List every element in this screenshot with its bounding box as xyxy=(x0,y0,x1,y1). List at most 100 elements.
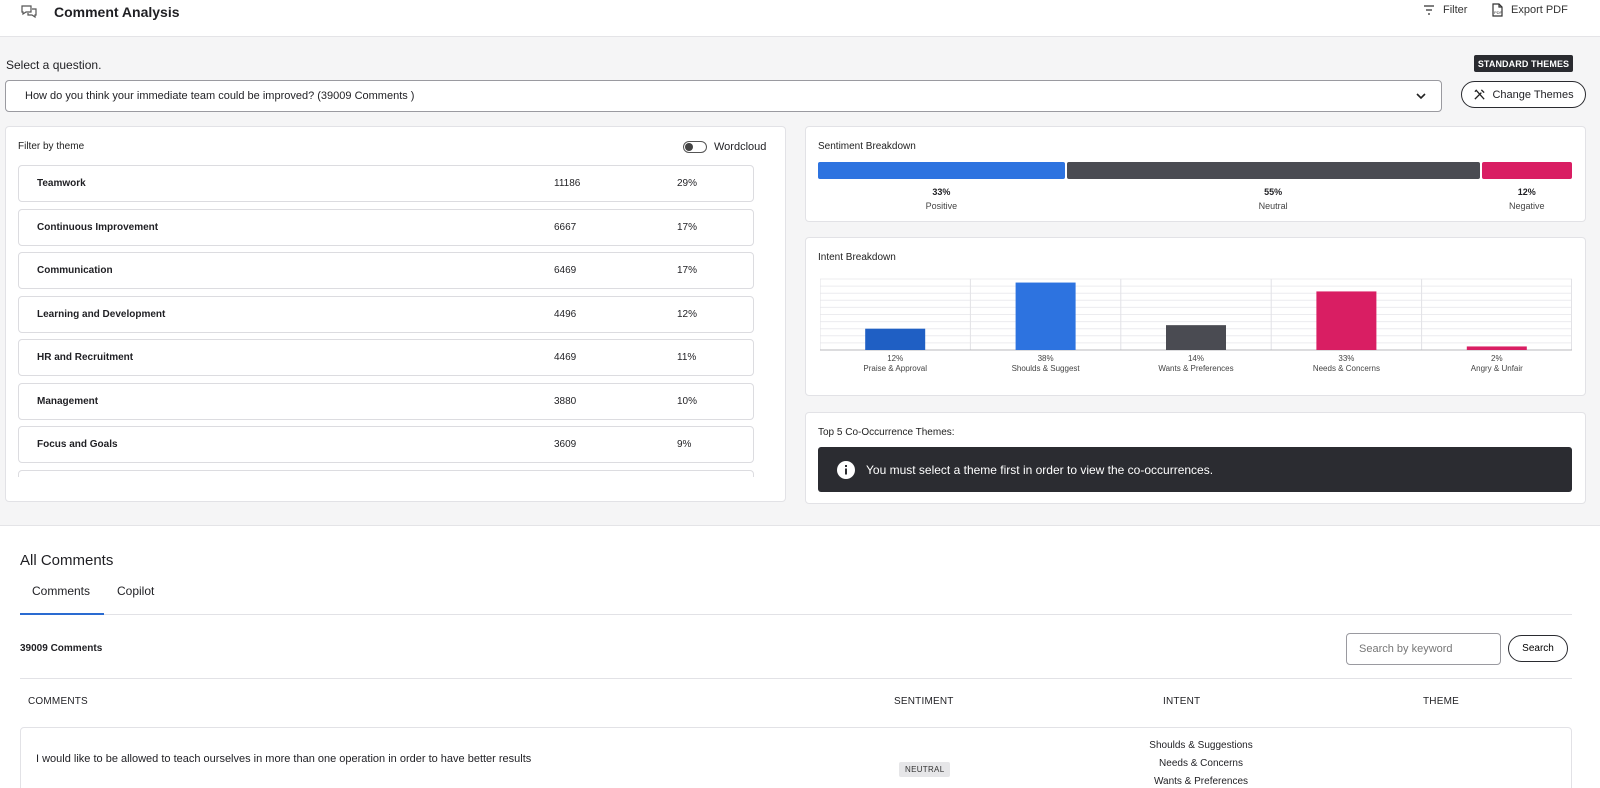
question-selected-value: How do you think your immediate team cou… xyxy=(25,90,415,102)
theme-name: Learning and Development xyxy=(37,309,166,320)
sentiment-name: Negative xyxy=(1508,201,1545,211)
intent-bar[interactable] xyxy=(865,328,926,350)
search-input[interactable] xyxy=(1346,633,1501,665)
column-header-comments: COMMENTS xyxy=(28,696,88,707)
theme-row[interactable] xyxy=(18,470,754,477)
export-pdf-label: Export PDF xyxy=(1511,4,1568,16)
intent-list: Shoulds & Suggestions Needs & Concerns W… xyxy=(1101,737,1301,788)
theme-name: Focus and Goals xyxy=(37,439,118,450)
intent-category-label: Needs & Concerns xyxy=(1313,364,1380,373)
column-header-sentiment: SENTIMENT xyxy=(894,696,954,707)
filter-icon xyxy=(1424,5,1434,15)
sentiment-bar-positive[interactable] xyxy=(818,162,1065,179)
theme-percent: 10% xyxy=(677,396,698,407)
intent-bar[interactable] xyxy=(1015,282,1076,350)
question-label: Select a question. xyxy=(6,58,102,72)
intent-value-label: 12% xyxy=(887,354,903,363)
app-header: Comment Analysis Filter PDF Export PDF xyxy=(0,0,1600,37)
sentiment-percent: 33% xyxy=(932,187,951,197)
intent-category-label: Wants & Preferences xyxy=(1158,364,1233,373)
sentiment-name: Neutral xyxy=(1258,201,1288,211)
intent-category-label: Praise & Approval xyxy=(863,364,927,373)
theme-count: 11186 xyxy=(554,178,581,189)
theme-row[interactable]: Communication 6469 17% xyxy=(18,252,754,289)
intent-category-label: Angry & Unfair xyxy=(1471,364,1523,373)
theme-percent: 9% xyxy=(677,439,692,450)
sentiment-bar-neutral[interactable] xyxy=(1066,162,1480,179)
filter-by-theme-title: Filter by theme xyxy=(18,141,85,152)
all-comments-title: All Comments xyxy=(20,552,114,569)
pdf-icon: PDF xyxy=(1492,3,1503,17)
page-title: Comment Analysis xyxy=(54,4,180,20)
theme-row[interactable]: Teamwork 11186 29% xyxy=(18,165,754,202)
theme-row[interactable]: HR and Recruitment 4469 11% xyxy=(18,339,754,376)
sentiment-label-positive: 33% Positive xyxy=(901,187,981,211)
theme-row[interactable]: Continuous Improvement 6667 17% xyxy=(18,209,754,246)
intent-value-label: 14% xyxy=(1188,354,1204,363)
theme-count: 4496 xyxy=(554,309,577,320)
comments-count: 39009 Comments xyxy=(20,643,103,654)
theme-count: 6469 xyxy=(554,265,577,276)
table-header-divider xyxy=(20,678,1572,679)
change-themes-label: Change Themes xyxy=(1492,88,1574,101)
intent-bar[interactable] xyxy=(1466,346,1527,350)
sentiment-badge: NEUTRAL xyxy=(899,762,951,777)
intent-value-label: 2% xyxy=(1491,354,1503,363)
theme-row[interactable]: Focus and Goals 3609 9% xyxy=(18,426,754,463)
theme-name: Communication xyxy=(37,265,113,276)
intent-item: Wants & Preferences xyxy=(1153,776,1249,787)
search-button[interactable]: Search xyxy=(1508,635,1568,662)
table-row[interactable]: I would like to be allowed to teach ours… xyxy=(20,727,1572,788)
theme-count: 3880 xyxy=(554,396,577,407)
intent-bar[interactable] xyxy=(1316,291,1377,350)
wordcloud-toggle[interactable] xyxy=(683,141,707,153)
cooccurrence-message: You must select a theme first in order t… xyxy=(866,462,1214,477)
comments-icon xyxy=(21,5,37,19)
tools-icon xyxy=(1474,89,1486,100)
intent-value-label: 33% xyxy=(1338,354,1354,363)
theme-name: Teamwork xyxy=(37,178,86,189)
theme-count: 3609 xyxy=(554,439,577,450)
info-icon xyxy=(837,460,855,479)
theme-percent: 11% xyxy=(677,352,697,363)
intent-bar-chart: 12%Praise & Approval 38%Shoulds & Suggest… xyxy=(820,278,1572,373)
sentiment-label-neutral: 55% Neutral xyxy=(1233,187,1313,211)
theme-count: 4469 xyxy=(554,352,577,363)
cooccurrence-title: Top 5 Co-Occurrence Themes: xyxy=(818,427,955,438)
sentiment-bar-negative[interactable] xyxy=(1481,162,1572,179)
change-themes-button[interactable]: Change Themes xyxy=(1461,81,1586,108)
cooccurrence-alert: You must select a theme first in order t… xyxy=(818,447,1572,492)
intent-bar[interactable] xyxy=(1166,325,1226,350)
sentiment-percent: 12% xyxy=(1517,187,1536,197)
filter-button[interactable]: Filter xyxy=(1422,3,1467,17)
theme-name: Management xyxy=(37,396,99,407)
filter-label: Filter xyxy=(1443,4,1468,16)
theme-name: HR and Recruitment xyxy=(37,352,134,363)
intent-item: Needs & Concerns xyxy=(1159,758,1243,769)
theme-percent: 29% xyxy=(677,178,698,189)
export-pdf-button[interactable]: PDF Export PDF xyxy=(1490,3,1568,17)
sentiment-percent: 55% xyxy=(1264,187,1283,197)
theme-list[interactable]: Teamwork 11186 29% Continuous Improvemen… xyxy=(18,165,754,477)
intent-item: Shoulds & Suggestions xyxy=(1149,740,1253,751)
wordcloud-label: Wordcloud xyxy=(714,141,767,153)
all-comments-section: All Comments Comments Copilot 39009 Comm… xyxy=(0,525,1600,788)
svg-text:PDF: PDF xyxy=(1494,10,1503,15)
theme-row[interactable]: Management 3880 10% xyxy=(18,383,754,420)
intent-title: Intent Breakdown xyxy=(818,252,896,263)
theme-percent: 12% xyxy=(677,309,698,320)
column-header-theme: THEME xyxy=(1423,696,1459,707)
sentiment-title: Sentiment Breakdown xyxy=(818,141,916,152)
theme-row[interactable]: Learning and Development 4496 12% xyxy=(18,296,754,333)
chevron-down-icon xyxy=(1416,93,1426,100)
tabs-divider xyxy=(20,614,1572,615)
tab-comments[interactable]: Comments xyxy=(32,584,90,598)
theme-name: Continuous Improvement xyxy=(37,222,159,233)
active-tab-indicator xyxy=(20,613,104,615)
theme-count: 6667 xyxy=(554,222,577,233)
sentiment-name: Positive xyxy=(925,201,958,211)
tab-copilot[interactable]: Copilot xyxy=(117,584,154,598)
intent-category-label: Shoulds & Suggest xyxy=(1012,364,1081,373)
question-select[interactable]: How do you think your immediate team cou… xyxy=(5,80,1442,112)
standard-themes-badge: STANDARD THEMES xyxy=(1474,55,1573,72)
